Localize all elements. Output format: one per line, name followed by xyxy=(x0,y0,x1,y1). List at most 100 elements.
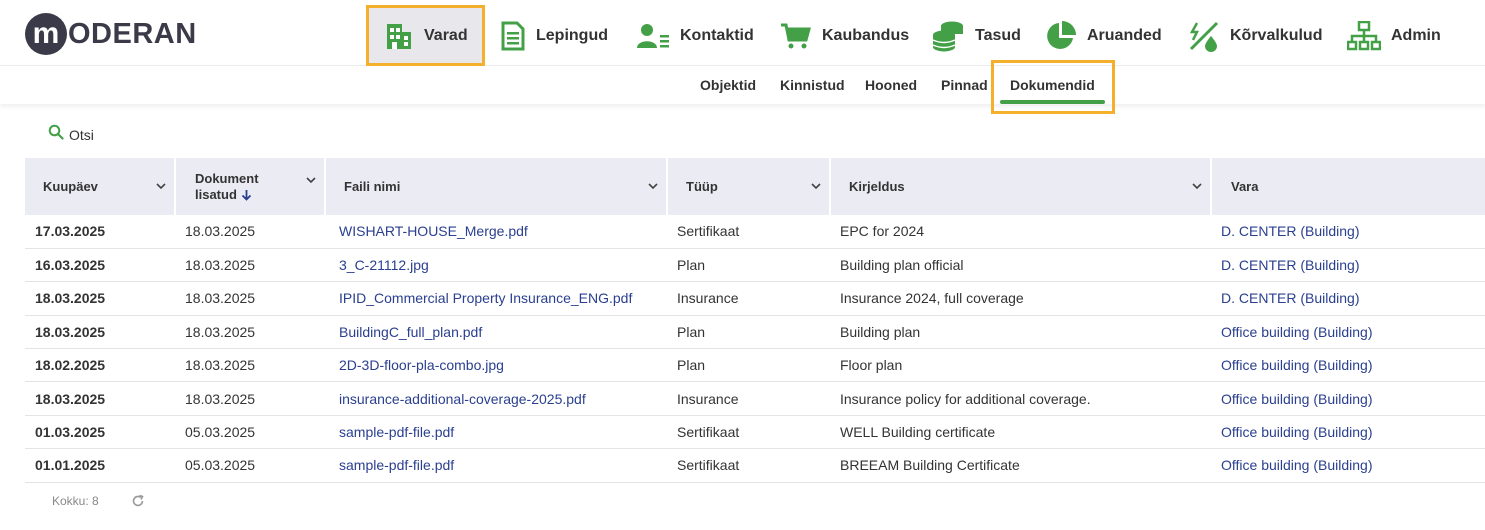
cell-description: EPC for 2024 xyxy=(830,215,1211,249)
sub-navigation-bar: Objektid Kinnistud Hooned Pinnad Dokumen… xyxy=(0,66,1485,104)
cell-date: 01.01.2025 xyxy=(25,448,175,483)
nav-item-tasud[interactable]: Tasud xyxy=(932,10,1021,62)
cell-description: Floor plan xyxy=(830,348,1211,383)
file-link[interactable]: 2D-3D-floor-pla-combo.jpg xyxy=(325,348,667,383)
file-link[interactable]: WISHART-HOUSE_Merge.pdf xyxy=(325,215,667,249)
top-navigation-bar: m ODERAN Varad Lepingud Kontaktid Kauban… xyxy=(0,0,1485,66)
asset-link[interactable]: Office building (Building) xyxy=(1211,415,1485,450)
file-link[interactable]: insurance-additional-coverage-2025.pdf xyxy=(325,381,667,416)
asset-link[interactable]: Office building (Building) xyxy=(1211,381,1485,416)
nav-item-korvalkulud[interactable]: Kõrvalkulud xyxy=(1188,10,1322,62)
search-button[interactable]: Otsi xyxy=(48,124,94,145)
file-link[interactable]: BuildingC_full_plan.pdf xyxy=(325,315,667,350)
nav-label-aruanded: Aruanded xyxy=(1087,27,1162,44)
table-row[interactable]: 18.03.2025 18.03.2025 BuildingC_full_pla… xyxy=(25,315,1485,350)
cell-date: 18.02.2025 xyxy=(25,348,175,383)
cell-description: WELL Building certificate xyxy=(830,415,1211,450)
asset-link[interactable]: D. CENTER (Building) xyxy=(1211,215,1485,249)
asset-link[interactable]: D. CENTER (Building) xyxy=(1211,281,1485,316)
org-chart-icon xyxy=(1347,21,1381,51)
tab-pinnad[interactable]: Pinnad xyxy=(941,77,988,93)
coins-icon xyxy=(932,20,965,52)
column-label: Dokument lisatud xyxy=(195,170,259,202)
nav-label-korvalkulud: Kõrvalkulud xyxy=(1230,27,1323,44)
cell-type: Sertifikaat xyxy=(667,215,830,249)
cell-added: 05.03.2025 xyxy=(175,415,325,450)
cell-date: 17.03.2025 xyxy=(25,215,175,249)
search-icon xyxy=(48,124,64,145)
cell-type: Insurance xyxy=(667,381,830,416)
document-icon xyxy=(500,21,526,51)
cell-date: 18.03.2025 xyxy=(25,315,175,350)
active-tab-highlight xyxy=(991,60,1115,114)
nav-label-varad: Varad xyxy=(424,26,468,44)
building-icon xyxy=(384,21,414,51)
column-header-kuupaev[interactable]: Kuupäev xyxy=(25,158,176,215)
file-link[interactable]: IPID_Commercial Property Insurance_ENG.p… xyxy=(325,281,667,316)
chevron-down-icon[interactable] xyxy=(648,178,658,193)
table-row[interactable]: 17.03.2025 18.03.2025 WISHART-HOUSE_Merg… xyxy=(25,215,1485,249)
moderan-logo[interactable]: m ODERAN xyxy=(25,13,197,55)
column-header-vara[interactable]: Vara xyxy=(1211,158,1485,215)
file-link[interactable]: sample-pdf-file.pdf xyxy=(325,415,667,450)
cell-description: BREEAM Building Certificate xyxy=(830,448,1211,483)
tab-kinnistud[interactable]: Kinnistud xyxy=(780,77,845,93)
column-label: Kirjeldus xyxy=(849,178,905,194)
column-label: Tüüp xyxy=(686,178,718,194)
cell-added: 18.03.2025 xyxy=(175,348,325,383)
column-header-tyyp[interactable]: Tüüp xyxy=(667,158,831,215)
utilities-icon xyxy=(1188,20,1220,52)
chevron-down-icon[interactable] xyxy=(156,178,166,193)
cell-date: 16.03.2025 xyxy=(25,248,175,283)
chevron-down-icon[interactable] xyxy=(1192,178,1202,193)
chevron-down-icon[interactable] xyxy=(811,178,821,193)
total-count: Kokku: 8 xyxy=(52,494,99,508)
asset-link[interactable]: Office building (Building) xyxy=(1211,348,1485,383)
tab-hooned[interactable]: Hooned xyxy=(865,77,917,93)
cell-added: 18.03.2025 xyxy=(175,281,325,316)
nav-item-lepingud[interactable]: Lepingud xyxy=(500,10,608,62)
cell-type: Plan xyxy=(667,248,830,283)
cell-date: 18.03.2025 xyxy=(25,281,175,316)
table-row[interactable]: 18.03.2025 18.03.2025 IPID_Commercial Pr… xyxy=(25,281,1485,316)
search-label: Otsi xyxy=(69,126,94,143)
asset-link[interactable]: Office building (Building) xyxy=(1211,315,1485,350)
table-row[interactable]: 01.03.2025 05.03.2025 sample-pdf-file.pd… xyxy=(25,415,1485,450)
cell-description: Insurance policy for additional coverage… xyxy=(830,381,1211,416)
table-row[interactable]: 16.03.2025 18.03.2025 3_C-21112.jpg Plan… xyxy=(25,248,1485,283)
tab-objektid[interactable]: Objektid xyxy=(700,77,756,93)
cell-type: Plan xyxy=(667,315,830,350)
file-link[interactable]: sample-pdf-file.pdf xyxy=(325,448,667,483)
asset-link[interactable]: D. CENTER (Building) xyxy=(1211,248,1485,283)
chevron-down-icon[interactable] xyxy=(306,172,316,187)
nav-item-varad[interactable]: Varad xyxy=(366,5,485,66)
sort-descending-icon xyxy=(241,189,251,201)
file-link[interactable]: 3_C-21112.jpg xyxy=(325,248,667,283)
cell-description: Insurance 2024, full coverage xyxy=(830,281,1211,316)
nav-label-kaubandus: Kaubandus xyxy=(822,27,910,44)
table-row[interactable]: 18.03.2025 18.03.2025 insurance-addition… xyxy=(25,381,1485,416)
cell-type: Sertifikaat xyxy=(667,448,830,483)
column-label: Faili nimi xyxy=(344,178,401,194)
refresh-icon[interactable] xyxy=(131,494,145,508)
cell-type: Plan xyxy=(667,348,830,383)
nav-item-admin[interactable]: Admin xyxy=(1347,10,1441,62)
logo-mark: m xyxy=(25,13,67,55)
table-row[interactable]: 01.01.2025 05.03.2025 sample-pdf-file.pd… xyxy=(25,448,1485,483)
documents-table: Kuupäev Dokument lisatud Faili nimi Tüüp… xyxy=(25,158,1485,483)
cell-description: Building plan xyxy=(830,315,1211,350)
table-footer: Kokku: 8 xyxy=(52,494,145,508)
cell-description: Building plan official xyxy=(830,248,1211,283)
column-label: Vara xyxy=(1231,178,1259,194)
column-header-dokument-lisatud[interactable]: Dokument lisatud xyxy=(175,158,326,215)
column-header-kirjeldus[interactable]: Kirjeldus xyxy=(830,158,1212,215)
column-header-faili-nimi[interactable]: Faili nimi xyxy=(325,158,668,215)
nav-item-kaubandus[interactable]: Kaubandus xyxy=(780,10,909,62)
nav-item-aruanded[interactable]: Aruanded xyxy=(1045,10,1162,62)
cart-icon xyxy=(780,21,812,51)
nav-item-kontaktid[interactable]: Kontaktid xyxy=(636,10,754,62)
nav-label-tasud: Tasud xyxy=(975,27,1021,44)
asset-link[interactable]: Office building (Building) xyxy=(1211,448,1485,483)
cell-added: 18.03.2025 xyxy=(175,315,325,350)
table-row[interactable]: 18.02.2025 18.03.2025 2D-3D-floor-pla-co… xyxy=(25,348,1485,383)
